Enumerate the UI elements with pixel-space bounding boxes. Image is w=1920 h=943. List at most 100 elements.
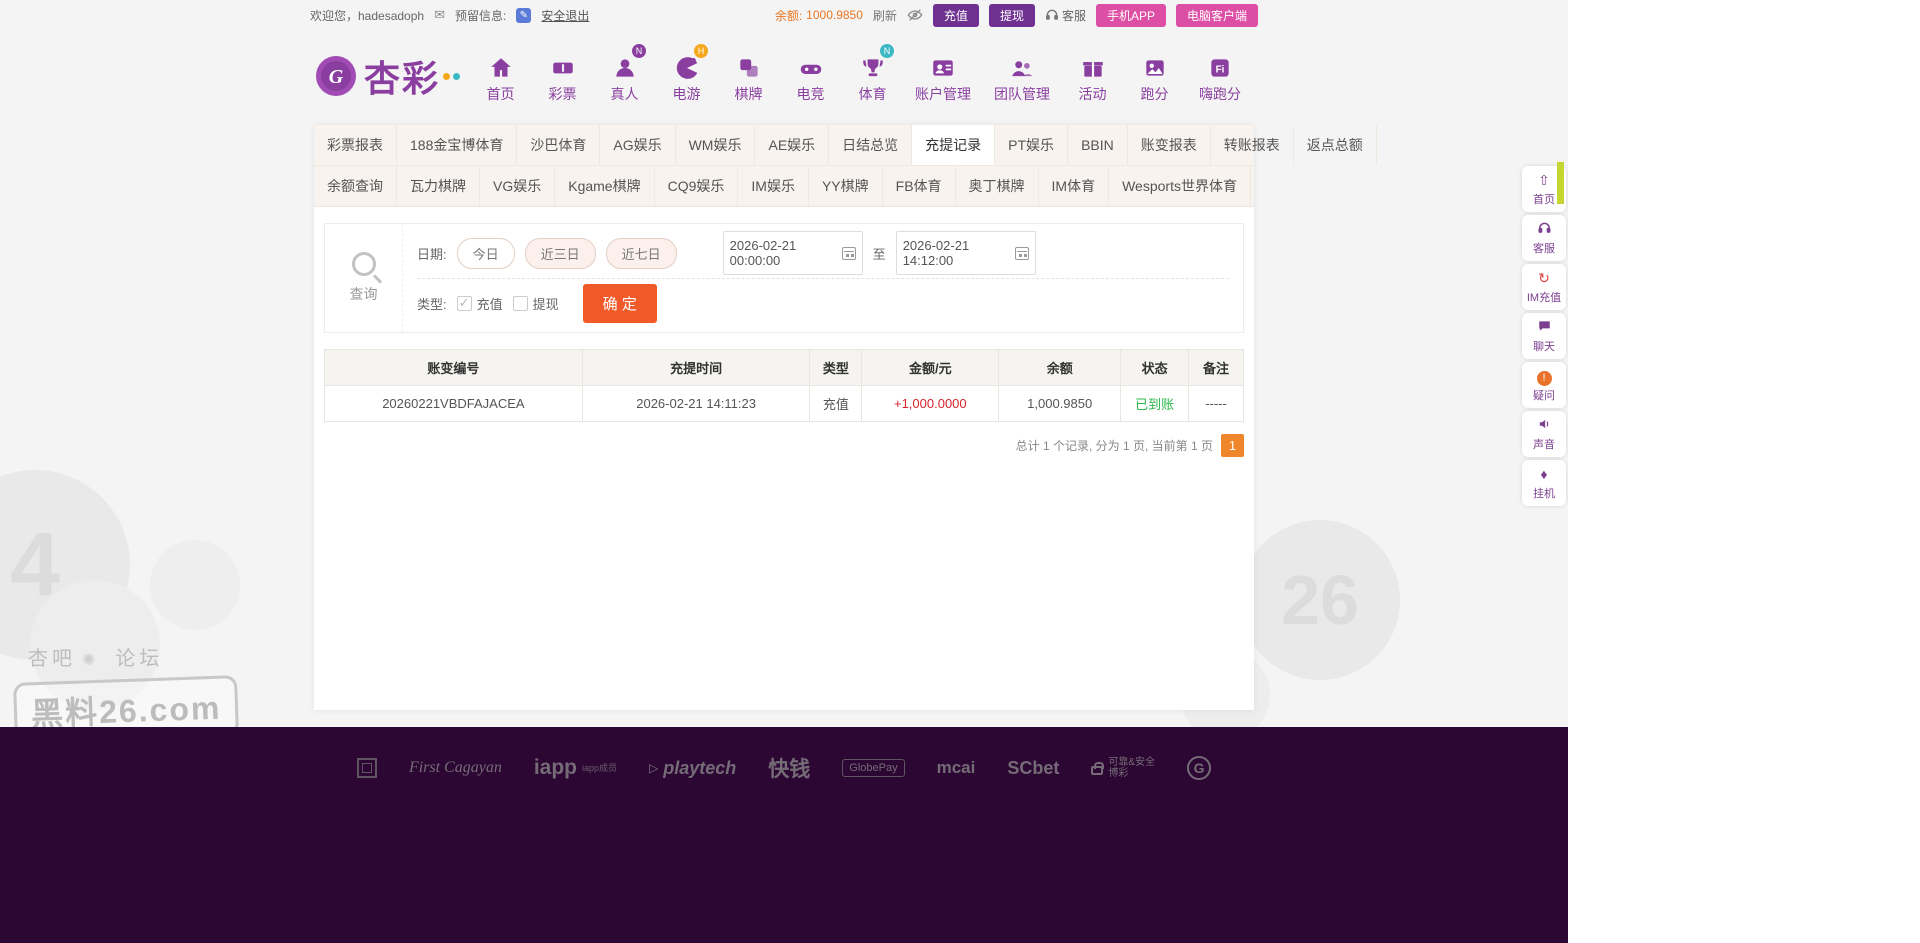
- tab-account-change-report[interactable]: 账变报表: [1128, 125, 1211, 165]
- headset-icon: [1046, 9, 1058, 20]
- nav-item-paofen[interactable]: 跑分: [1130, 49, 1179, 104]
- tab-im-entertainment[interactable]: IM娱乐: [738, 166, 809, 206]
- tab-wm[interactable]: WM娱乐: [676, 125, 756, 165]
- date-from-input[interactable]: 2026-02-21 00:00:00: [722, 231, 863, 275]
- date-to-input[interactable]: 2026-02-21 14:12:00: [895, 231, 1036, 275]
- grid-logo-icon: [356, 758, 377, 778]
- nav-item-team[interactable]: 团队管理: [989, 49, 1055, 104]
- quick-date-7days-button[interactable]: 近七日: [605, 237, 677, 269]
- tab-lottery-report[interactable]: 彩票报表: [314, 125, 397, 165]
- nav-item-account[interactable]: 账户管理: [910, 49, 976, 104]
- nav-label: 体育: [858, 85, 887, 102]
- withdraw-button[interactable]: 提现: [988, 3, 1035, 27]
- service-link[interactable]: 客服: [1045, 7, 1086, 24]
- toolbar-im-recharge-button[interactable]: ↻ IM充值: [1522, 264, 1566, 310]
- balloon-decoration: [150, 540, 240, 630]
- checkbox-icon[interactable]: [512, 296, 528, 311]
- tab-daily-summary[interactable]: 日结总览: [829, 125, 913, 165]
- brand-logo[interactable]: G 杏彩: [314, 50, 461, 102]
- tab-yy-chess[interactable]: YY棋牌: [809, 166, 883, 206]
- nav-label: 真人: [610, 85, 639, 102]
- tab-ag[interactable]: AG娱乐: [600, 125, 676, 165]
- table-row: 20260221VBDFAJACEA 2026-02-21 14:11:23 充…: [324, 385, 1244, 422]
- tab-saba-sports[interactable]: 沙巴体育: [517, 125, 601, 165]
- iapp-logo-text: iapp: [533, 756, 577, 779]
- toolbar-question-button[interactable]: ! 疑问: [1522, 362, 1566, 408]
- tab-im-sports[interactable]: IM体育: [1039, 166, 1110, 206]
- tab-transfer-report[interactable]: 转账报表: [1211, 125, 1294, 165]
- lottery-ticket-icon: [538, 49, 587, 81]
- toolbar-chat-button[interactable]: 聊天: [1522, 313, 1566, 359]
- deposit-checkbox[interactable]: 充值: [456, 294, 503, 313]
- tab-balance-query[interactable]: 余额查询: [314, 166, 397, 206]
- footer: First Cagayan iapp iapp成员 ▷ playtech 快钱 …: [0, 727, 1568, 943]
- nav-item-live[interactable]: N 真人: [600, 43, 649, 104]
- refresh-link[interactable]: 刷新: [873, 7, 897, 24]
- quick-date-today-button[interactable]: 今日: [456, 237, 515, 269]
- nav-item-hi-paofen[interactable]: Fi 嗨跑分: [1192, 49, 1248, 104]
- nav-item-activity[interactable]: 活动: [1068, 49, 1117, 104]
- watermark-text-right: 论坛: [115, 648, 164, 670]
- withdraw-checkbox-label: 提现: [532, 297, 559, 312]
- calendar-icon[interactable]: [842, 246, 856, 260]
- tab-aoding-chess[interactable]: 奥丁棋牌: [956, 166, 1039, 206]
- nav-item-egame[interactable]: H 电游: [662, 43, 711, 104]
- mobile-app-button[interactable]: 手机APP: [1095, 3, 1166, 27]
- tab-deposit-withdraw-records[interactable]: 充提记录: [912, 125, 996, 165]
- records-table: 账变编号 充提时间 类型 金额/元 余额 状态 备注 20260221VBDFA…: [324, 349, 1244, 422]
- brand-name: 杏彩: [364, 58, 441, 99]
- tab-vg[interactable]: VG娱乐: [480, 166, 556, 206]
- toolbar-sound-button[interactable]: 声音: [1522, 411, 1566, 457]
- cell-status: 已到账: [1120, 385, 1190, 422]
- nav-item-chess[interactable]: 棋牌: [724, 49, 773, 104]
- tab-bbin[interactable]: BBIN: [1068, 125, 1128, 165]
- col-amount: 金额/元: [861, 349, 1000, 386]
- withdraw-checkbox[interactable]: 提现: [512, 294, 559, 313]
- cell-amount: +1,000.0000: [861, 385, 1000, 422]
- main-nav: 首页 彩票 N 真人 H 电游 棋牌 电竞 N 体育 账户管理 团队管理 活动 …: [476, 43, 1248, 104]
- brand-flower-icon: G: [316, 56, 356, 96]
- nav-item-home[interactable]: 首页: [476, 49, 525, 104]
- toolbar-label: 声音: [1533, 439, 1555, 451]
- im-recharge-refresh-icon: ↻: [1538, 270, 1550, 286]
- tab-wali-chess[interactable]: 瓦力棋牌: [397, 166, 480, 206]
- toolbar-label: 疑问: [1533, 390, 1555, 402]
- col-account-change-id: 账变编号: [324, 349, 583, 386]
- tab-188-sports[interactable]: 188金宝博体育: [397, 125, 518, 165]
- tab-pt[interactable]: PT娱乐: [995, 125, 1069, 165]
- playtech-logo-text: playtech: [663, 757, 737, 778]
- nav-item-esports[interactable]: 电竞: [786, 49, 835, 104]
- team-icon: [989, 49, 1055, 81]
- tab-cq9[interactable]: CQ9娱乐: [655, 166, 739, 206]
- quick-date-3days-button[interactable]: 近三日: [524, 237, 596, 269]
- reserved-info-label: 预留信息:: [454, 8, 507, 23]
- logout-link[interactable]: 安全退出: [541, 7, 589, 24]
- mail-icon[interactable]: ✉: [434, 7, 445, 23]
- tab-ae[interactable]: AE娱乐: [755, 125, 830, 165]
- edit-icon[interactable]: ✎: [516, 7, 532, 23]
- deposit-button[interactable]: 充值: [932, 3, 979, 27]
- pagination-summary: 总计 1 个记录, 分为 1 页, 当前第 1 页: [1015, 439, 1213, 453]
- nav-item-sports[interactable]: N 体育: [848, 43, 897, 104]
- toolbar-hangup-button[interactable]: ♦ 挂机: [1522, 460, 1566, 506]
- scrollbar-thumb[interactable]: [1557, 162, 1564, 204]
- toolbar-service-button[interactable]: 客服: [1522, 215, 1566, 261]
- tab-rebate-total[interactable]: 返点总额: [1294, 125, 1377, 165]
- tab-wesports[interactable]: Wesports世界体育: [1109, 166, 1251, 206]
- logo-dot-decoration: [443, 72, 451, 80]
- nav-item-lottery[interactable]: 彩票: [538, 49, 587, 104]
- activity-gift-icon: [1068, 49, 1117, 81]
- balloon-decoration: 26: [1240, 520, 1400, 680]
- checkbox-checked-icon[interactable]: [456, 295, 472, 311]
- toolbar-label: 聊天: [1533, 341, 1555, 353]
- page-1-button[interactable]: 1: [1221, 434, 1244, 457]
- pc-client-button[interactable]: 电脑客户端: [1175, 3, 1258, 27]
- eye-slash-icon[interactable]: [907, 7, 923, 23]
- calendar-icon[interactable]: [1015, 246, 1029, 260]
- nav-label: 团队管理: [994, 85, 1051, 102]
- col-type: 类型: [809, 349, 863, 386]
- tab-kgame[interactable]: Kgame棋牌: [555, 166, 655, 206]
- tab-fb-sports[interactable]: FB体育: [883, 166, 956, 206]
- chat-icon: [1523, 319, 1565, 336]
- confirm-button[interactable]: 确 定: [582, 284, 657, 323]
